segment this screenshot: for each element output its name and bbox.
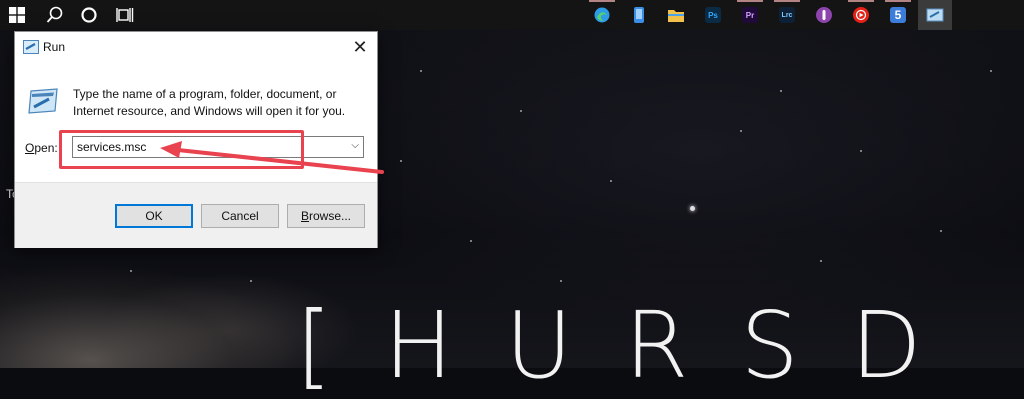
search-button[interactable] [38, 0, 72, 30]
running-indicator [848, 0, 874, 2]
windows-logo-icon [9, 7, 25, 23]
brand-glyph: D [850, 292, 922, 399]
highlight-box [59, 130, 304, 169]
star [740, 130, 742, 132]
ok-button[interactable]: OK [115, 204, 193, 228]
star [250, 280, 252, 282]
search-icon [46, 6, 63, 23]
running-indicator [885, 0, 911, 2]
taskbar-app-edge[interactable] [585, 0, 619, 30]
chevron-down-icon[interactable]: ⌵ [351, 140, 359, 151]
star [610, 180, 612, 182]
cancel-button[interactable]: Cancel [201, 204, 279, 228]
close-icon: ✕ [352, 36, 368, 57]
brand-glyph: S [740, 292, 799, 399]
task-view-button[interactable] [108, 0, 142, 30]
phone-icon [634, 7, 644, 23]
close-button[interactable]: ✕ [343, 32, 377, 62]
open-label-mnemonic: O [25, 141, 35, 155]
star [690, 206, 695, 211]
star [820, 260, 822, 262]
taskbar-app-run[interactable] [918, 0, 952, 30]
dialog-footer: OK Cancel Browse... [15, 182, 377, 248]
taskbar-app-s[interactable]: 5 [881, 0, 915, 30]
running-indicator [589, 0, 615, 2]
browse-button[interactable]: Browse... [287, 204, 365, 228]
s-app-icon: 5 [890, 7, 906, 23]
browse-mnemonic: B [300, 209, 309, 223]
cortana-button[interactable] [72, 0, 106, 30]
star [420, 70, 422, 72]
star [780, 90, 782, 92]
podcast-icon [816, 7, 832, 23]
star [560, 280, 562, 282]
run-app-icon [926, 8, 944, 22]
running-indicator [737, 0, 763, 2]
dialog-title: Run [43, 40, 66, 54]
brand-glyph: U [505, 292, 573, 399]
premiere-icon: Pr [742, 7, 758, 23]
taskbar-app-photoshop[interactable]: Ps [696, 0, 730, 30]
task-view-icon [116, 8, 134, 22]
taskbar-app-podcast[interactable] [807, 0, 841, 30]
lightroom-classic-icon: Lrc [779, 7, 795, 23]
brand-glyph: [ [296, 292, 332, 399]
wallpaper-brand-text: [ H U R S D [296, 300, 922, 392]
running-indicator [774, 0, 800, 2]
star [990, 70, 992, 72]
dialog-description: Type the name of a program, folder, docu… [73, 87, 346, 118]
run-icon [23, 40, 39, 54]
star [940, 230, 942, 232]
dialog-titlebar[interactable]: Run ✕ [15, 32, 377, 62]
start-button[interactable] [0, 0, 34, 30]
star [520, 110, 522, 112]
photoshop-icon: Ps [705, 7, 721, 23]
run-program-icon [28, 88, 58, 114]
brand-glyph: R [624, 292, 689, 399]
browse-label: rowse... [309, 209, 352, 223]
star [470, 240, 472, 242]
taskbar-app-youtube-music[interactable] [844, 0, 878, 30]
taskbar-app-file-explorer[interactable] [659, 0, 693, 30]
star [400, 160, 402, 162]
edge-icon [594, 7, 610, 23]
circle-icon [81, 7, 97, 23]
open-label-text: pen: [34, 141, 58, 155]
taskbar-app-phone[interactable] [622, 0, 656, 30]
taskbar: Ps Pr Lrc 5 [0, 0, 1024, 30]
taskbar-app-lightroom[interactable]: Lrc [770, 0, 804, 30]
file-explorer-icon [668, 10, 684, 22]
taskbar-app-premiere[interactable]: Pr [733, 0, 767, 30]
star [860, 150, 862, 152]
youtube-music-icon [853, 7, 869, 23]
brand-glyph: H [383, 292, 454, 399]
open-label: Open: [25, 141, 58, 155]
star [130, 270, 132, 272]
